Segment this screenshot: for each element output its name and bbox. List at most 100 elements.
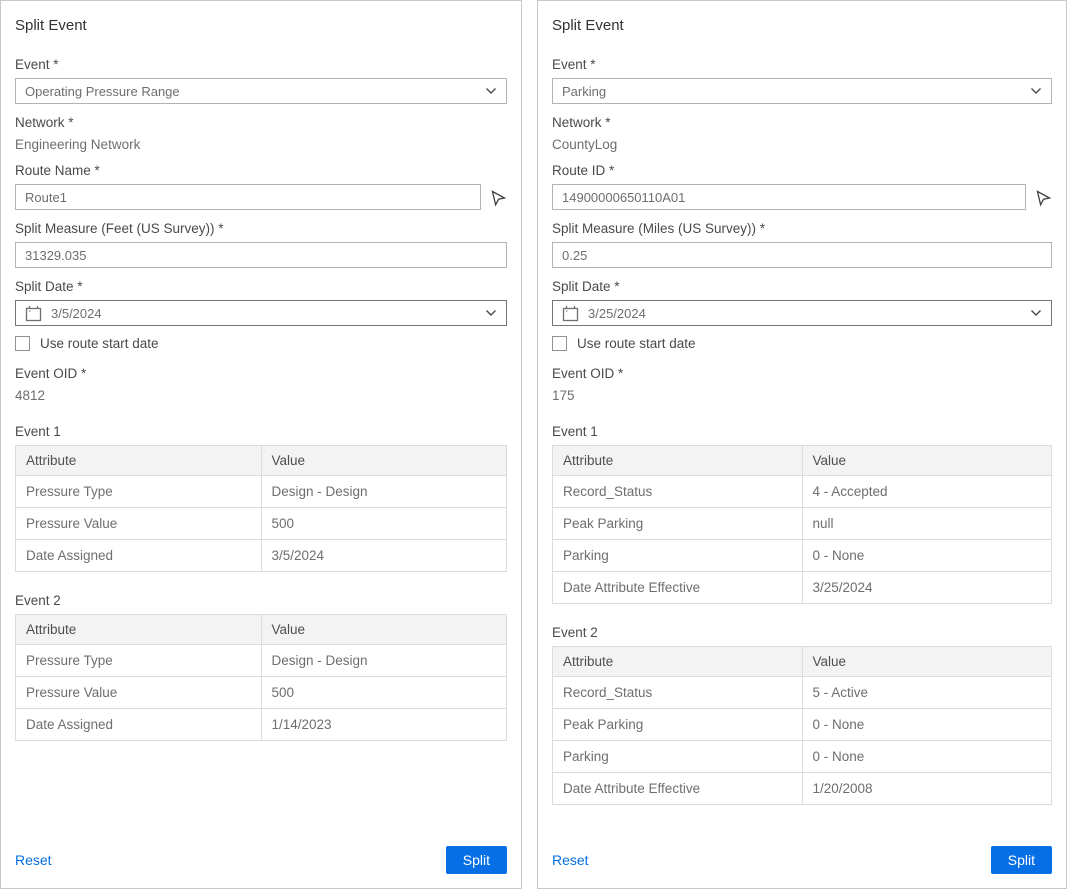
network-value: Engineering Network	[15, 137, 507, 152]
value-cell: 0 - None	[802, 540, 1052, 572]
route-label: Route ID *	[552, 163, 1052, 178]
pick-route-pointer-icon[interactable]	[1035, 188, 1052, 207]
calendar-icon	[562, 305, 579, 322]
table-row: Pressure Value500	[16, 677, 507, 709]
chevron-down-icon	[485, 309, 497, 317]
attribute-cell: Pressure Value	[16, 677, 262, 709]
table-row: Date Attribute Effective3/25/2024	[553, 572, 1052, 604]
column-header: Attribute	[16, 446, 262, 476]
value-cell: 3/5/2024	[261, 540, 507, 572]
attribute-cell: Pressure Type	[16, 476, 262, 508]
event-oid-value: 4812	[15, 388, 507, 403]
attribute-cell: Date Attribute Effective	[553, 773, 803, 805]
attribute-cell: Parking	[553, 741, 803, 773]
network-label: Network *	[15, 115, 507, 130]
page-title: Split Event	[552, 17, 1052, 34]
event-select-value: Operating Pressure Range	[25, 84, 477, 99]
table-row: Date Assigned3/5/2024	[16, 540, 507, 572]
column-header: Value	[802, 647, 1052, 677]
table-row: Date Attribute Effective1/20/2008	[553, 773, 1052, 805]
split-event-panel-right: Split Event Event * Parking Network * Co…	[537, 0, 1067, 889]
event-oid-value: 175	[552, 388, 1052, 403]
use-route-start-date-row: Use route start date	[552, 336, 1052, 351]
column-header: Value	[261, 446, 507, 476]
value-cell: 3/25/2024	[802, 572, 1052, 604]
route-input[interactable]	[552, 184, 1026, 210]
attribute-cell: Date Attribute Effective	[553, 572, 803, 604]
reset-button[interactable]: Reset	[552, 852, 589, 868]
event-1-section-label: Event 1	[15, 424, 507, 439]
event-label: Event *	[15, 57, 507, 72]
use-route-start-date-checkbox[interactable]	[15, 336, 30, 351]
use-route-start-date-label: Use route start date	[40, 336, 159, 351]
measure-label: Split Measure (Miles (US Survey)) *	[552, 221, 1052, 236]
split-button[interactable]: Split	[991, 846, 1052, 874]
network-label: Network *	[552, 115, 1052, 130]
value-cell: Design - Design	[261, 476, 507, 508]
panel-footer: Reset Split	[552, 836, 1052, 874]
event-label: Event *	[552, 57, 1052, 72]
table-row: Parking0 - None	[553, 741, 1052, 773]
split-date-value: 3/25/2024	[588, 306, 1022, 321]
value-cell: 5 - Active	[802, 677, 1052, 709]
value-cell: 500	[261, 508, 507, 540]
column-header: Value	[261, 615, 507, 645]
value-cell: 500	[261, 677, 507, 709]
table-row: Parking0 - None	[553, 540, 1052, 572]
use-route-start-date-checkbox[interactable]	[552, 336, 567, 351]
attribute-cell: Peak Parking	[553, 709, 803, 741]
attribute-cell: Parking	[553, 540, 803, 572]
split-event-panel-left: Split Event Event * Operating Pressure R…	[0, 0, 522, 889]
column-header: Value	[802, 446, 1052, 476]
column-header: Attribute	[16, 615, 262, 645]
event-2-section-label: Event 2	[15, 593, 507, 608]
chevron-down-icon	[485, 87, 497, 95]
split-date-select[interactable]: 3/5/2024	[15, 300, 507, 326]
calendar-icon	[25, 305, 42, 322]
table-row: Peak Parking0 - None	[553, 709, 1052, 741]
split-date-select[interactable]: 3/25/2024	[552, 300, 1052, 326]
page-title: Split Event	[15, 17, 507, 34]
route-label: Route Name *	[15, 163, 507, 178]
network-value: CountyLog	[552, 137, 1052, 152]
use-route-start-date-label: Use route start date	[577, 336, 696, 351]
event-select[interactable]: Parking	[552, 78, 1052, 104]
chevron-down-icon	[1030, 309, 1042, 317]
value-cell: 0 - None	[802, 741, 1052, 773]
value-cell: 0 - None	[802, 709, 1052, 741]
event-2-section-label: Event 2	[552, 625, 1052, 640]
attribute-cell: Pressure Value	[16, 508, 262, 540]
column-header: Attribute	[553, 647, 803, 677]
measure-label: Split Measure (Feet (US Survey)) *	[15, 221, 507, 236]
use-route-start-date-row: Use route start date	[15, 336, 507, 351]
route-input[interactable]	[15, 184, 481, 210]
split-date-value: 3/5/2024	[51, 306, 477, 321]
event-oid-label: Event OID *	[15, 366, 507, 381]
table-row: Pressure TypeDesign - Design	[16, 476, 507, 508]
split-event-workspace: Split Event Event * Operating Pressure R…	[0, 0, 1067, 890]
pick-route-pointer-icon[interactable]	[490, 188, 507, 207]
table-row: Pressure Value500	[16, 508, 507, 540]
column-header: Attribute	[553, 446, 803, 476]
attribute-cell: Pressure Type	[16, 645, 262, 677]
reset-button[interactable]: Reset	[15, 852, 52, 868]
split-button[interactable]: Split	[446, 846, 507, 874]
event-1-section-label: Event 1	[552, 424, 1052, 439]
value-cell: Design - Design	[261, 645, 507, 677]
event-select[interactable]: Operating Pressure Range	[15, 78, 507, 104]
chevron-down-icon	[1030, 87, 1042, 95]
event-1-table: AttributeValueRecord_Status4 - AcceptedP…	[552, 445, 1052, 604]
value-cell: 1/14/2023	[261, 709, 507, 741]
split-measure-input[interactable]	[552, 242, 1052, 268]
attribute-cell: Date Assigned	[16, 540, 262, 572]
split-date-label: Split Date *	[552, 279, 1052, 294]
panel-footer: Reset Split	[15, 836, 507, 874]
event-select-value: Parking	[562, 84, 1022, 99]
table-row: Peak Parkingnull	[553, 508, 1052, 540]
table-row: Date Assigned1/14/2023	[16, 709, 507, 741]
split-measure-input[interactable]	[15, 242, 507, 268]
table-row: Record_Status4 - Accepted	[553, 476, 1052, 508]
event-1-table: AttributeValuePressure TypeDesign - Desi…	[15, 445, 507, 572]
table-row: Pressure TypeDesign - Design	[16, 645, 507, 677]
attribute-cell: Record_Status	[553, 677, 803, 709]
